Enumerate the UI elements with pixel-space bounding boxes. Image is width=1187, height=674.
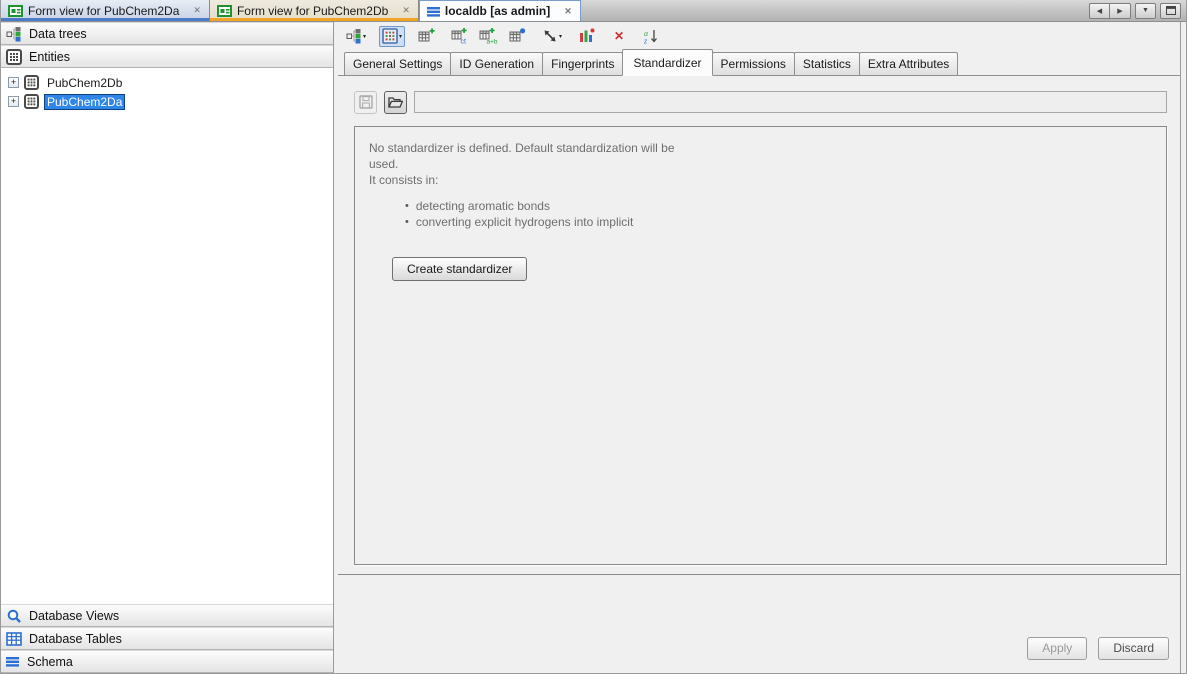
sidebar-section-database-tables[interactable]: Database Tables xyxy=(1,627,333,650)
tree-item-pubchem2da[interactable]: + PubChem2Da xyxy=(1,92,333,111)
editor-tab-bar: Form view for PubChem2Da ✕ Form view for… xyxy=(1,0,1186,22)
entity-grid-icon xyxy=(24,94,39,109)
add-table-ct-icon[interactable]: ct xyxy=(448,26,472,47)
footer-buttons: Apply Discard xyxy=(1027,637,1169,660)
entity-grid-icon xyxy=(24,75,39,90)
tree-item-pubchem2db[interactable]: + PubChem2Db xyxy=(1,73,333,92)
diagonal-arrow-dropdown-icon[interactable]: ▾ xyxy=(539,26,565,47)
standardizer-path-input[interactable] xyxy=(414,91,1167,113)
bullet-icon: • xyxy=(405,214,409,230)
create-standardizer-button[interactable]: Create standardizer xyxy=(392,257,527,281)
editor-tab-label: Form view for PubChem2Da xyxy=(28,4,179,18)
tab-standardizer[interactable]: Standardizer xyxy=(622,49,712,76)
nav-back-button[interactable]: ◀ xyxy=(1089,3,1110,19)
sidebar-section-data-trees[interactable]: Data trees xyxy=(1,22,333,45)
message-line: used. xyxy=(369,156,1166,172)
entities-grid-icon xyxy=(6,49,22,65)
editor-tab-form-pubchem2db[interactable]: Form view for PubChem2Db ✕ xyxy=(210,0,419,21)
entities-tree: + PubChem2Db + PubChem2Da xyxy=(1,68,333,604)
tab-extra-attributes[interactable]: Extra Attributes xyxy=(859,52,958,75)
main-panel: ▾ ▾ ct a+b ▾ xyxy=(338,22,1181,673)
sidebar-section-database-views[interactable]: Database Views xyxy=(1,604,333,627)
sidebar-section-label: Entities xyxy=(29,50,70,64)
message-line: It consists in: xyxy=(369,172,1166,188)
delete-x-glyph: ✕ xyxy=(614,29,624,43)
settings-tab-bar: General Settings ID Generation Fingerpri… xyxy=(338,48,1180,76)
tree-item-label[interactable]: PubChem2Db xyxy=(44,75,125,91)
sidebar-bottom-sections: Database Views Database Tables Schema xyxy=(1,604,333,673)
close-icon[interactable]: ✕ xyxy=(192,5,202,16)
standardization-bullet-list: • detecting aromatic bonds • converting … xyxy=(405,198,1166,230)
expand-icon[interactable]: + xyxy=(8,77,19,88)
sidebar-section-schema[interactable]: Schema xyxy=(1,650,333,673)
sidebar-section-label: Database Tables xyxy=(29,632,122,646)
list-item: • detecting aromatic bonds xyxy=(405,198,1166,214)
message-line: No standardizer is defined. Default stan… xyxy=(369,140,1166,156)
delete-icon[interactable]: ✕ xyxy=(608,26,630,47)
entity-toolbar: ▾ ▾ ct a+b ▾ xyxy=(338,22,1180,48)
menu-lines-icon xyxy=(427,6,440,17)
apply-button[interactable]: Apply xyxy=(1027,637,1087,660)
add-table-ab-icon[interactable]: a+b xyxy=(476,26,502,47)
close-icon[interactable]: ✕ xyxy=(401,5,411,16)
editor-tab-label: Form view for PubChem2Db xyxy=(237,4,388,18)
tab-id-generation[interactable]: ID Generation xyxy=(450,52,543,75)
table-grid-icon xyxy=(6,631,22,647)
sidebar-section-entities[interactable]: Entities xyxy=(1,45,333,68)
magnifier-icon xyxy=(6,608,22,624)
form-view-icon xyxy=(217,5,232,17)
sidebar-section-label: Schema xyxy=(27,655,73,669)
tab-fingerprints[interactable]: Fingerprints xyxy=(542,52,623,75)
standardizer-file-row xyxy=(354,84,1167,120)
sidebar-section-label: Database Views xyxy=(29,609,119,623)
tab-navigation-controls: ◀ ▶ ▼ xyxy=(1089,0,1186,21)
bullet-icon: • xyxy=(405,198,409,214)
svg-text:ct: ct xyxy=(461,39,467,45)
list-item: • converting explicit hydrogens into imp… xyxy=(405,214,1166,230)
chevron-down-icon: ▾ xyxy=(399,33,402,40)
chevron-down-icon: ▾ xyxy=(559,33,562,40)
add-table-icon[interactable] xyxy=(415,26,438,47)
discard-button[interactable]: Discard xyxy=(1098,637,1169,660)
editor-tab-form-pubchem2da[interactable]: Form view for PubChem2Da ✕ xyxy=(1,0,210,21)
close-icon[interactable]: ✕ xyxy=(563,6,573,17)
nav-forward-button[interactable]: ▶ xyxy=(1110,3,1131,19)
chevron-down-icon: ▾ xyxy=(363,33,366,40)
tab-general-settings[interactable]: General Settings xyxy=(344,52,451,75)
data-tree-icon xyxy=(6,26,22,42)
bullet-text: converting explicit hydrogens into impli… xyxy=(416,214,633,230)
tab-statistics[interactable]: Statistics xyxy=(794,52,860,75)
svg-text:a+b: a+b xyxy=(487,39,498,45)
sort-az-icon[interactable]: az xyxy=(640,26,662,47)
tab-list-dropdown-button[interactable]: ▼ xyxy=(1135,3,1156,19)
expand-icon[interactable]: + xyxy=(8,96,19,107)
tree-item-label-selected[interactable]: PubChem2Da xyxy=(44,94,125,110)
statistics-bars-icon[interactable] xyxy=(575,26,598,47)
footer-bar: Apply Discard xyxy=(338,574,1180,673)
grid-view-dropdown-icon[interactable]: ▾ xyxy=(379,26,405,47)
bullet-text: detecting aromatic bonds xyxy=(416,198,550,214)
open-file-button[interactable] xyxy=(384,91,407,114)
sidebar-section-label: Data trees xyxy=(29,27,87,41)
editor-tab-label: localdb [as admin] xyxy=(445,4,550,18)
application-window: Form view for PubChem2Da ✕ Form view for… xyxy=(0,0,1187,674)
table-reference-icon[interactable] xyxy=(506,26,529,47)
form-view-icon xyxy=(8,5,23,17)
standardizer-content-panel: No standardizer is defined. Default stan… xyxy=(354,126,1167,565)
sidebar: Data trees Entities + PubChem2Db + PubC xyxy=(1,22,334,673)
tab-permissions[interactable]: Permissions xyxy=(712,52,795,75)
menu-lines-icon xyxy=(6,656,20,667)
maximize-button[interactable] xyxy=(1160,3,1181,19)
editor-tab-localdb[interactable]: localdb [as admin] ✕ xyxy=(419,0,581,21)
data-tree-dropdown-icon[interactable]: ▾ xyxy=(343,26,369,47)
save-button[interactable] xyxy=(354,91,377,114)
